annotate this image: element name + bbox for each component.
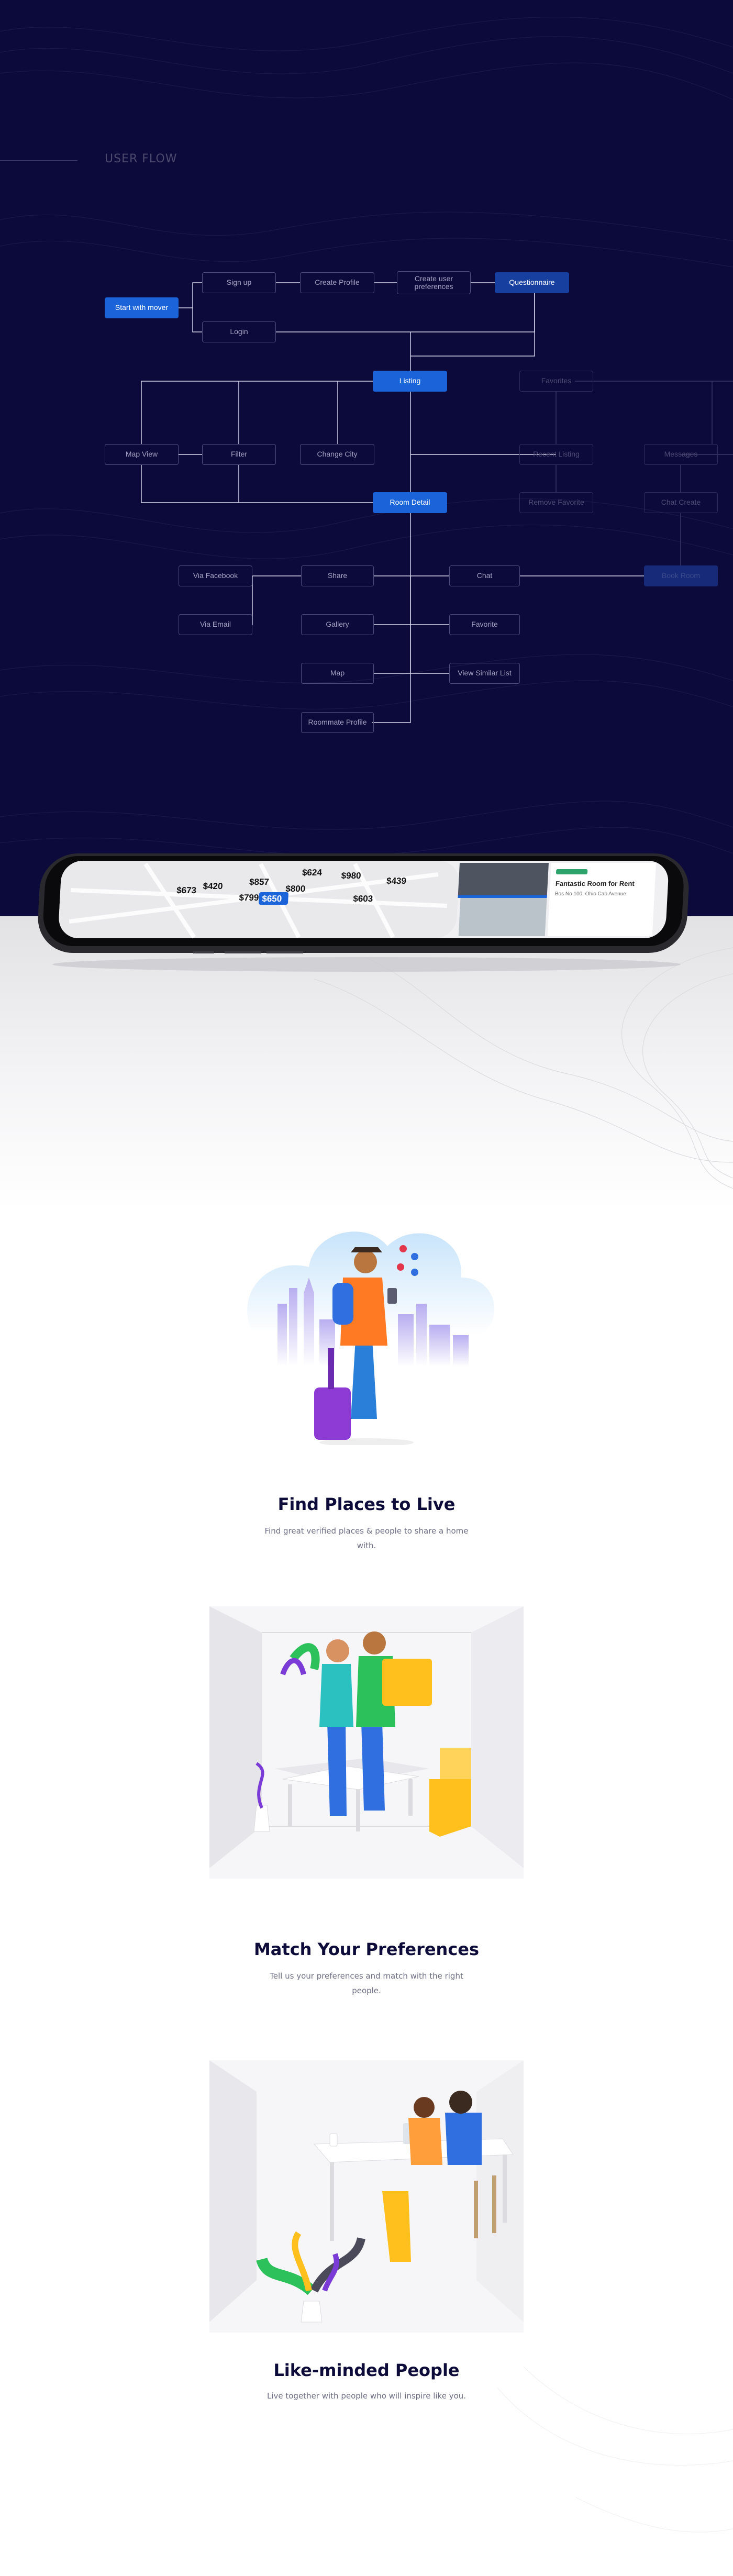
bottom-contour-background <box>497 2367 733 2533</box>
flow-node-login[interactable]: Login <box>202 321 276 342</box>
flow-node-roommate-profile[interactable]: Roommate Profile <box>301 712 374 733</box>
flow-node-signup[interactable]: Sign up <box>202 272 276 293</box>
price-marker: $439 <box>386 876 407 886</box>
phone-device: $624 $980 $857 $420 $439 $673 $800 $799 … <box>38 853 689 972</box>
flow-node-chat-create[interactable]: Chat Create <box>644 492 718 513</box>
flow-node-book-room[interactable]: Book Room <box>644 565 718 586</box>
price-marker: $800 <box>285 884 306 894</box>
flow-node-questionnaire[interactable]: Questionnaire <box>495 272 569 293</box>
flow-node-remove-favorite[interactable]: Remove Favorite <box>519 492 593 513</box>
listing-title: Fantastic Room for Rent <box>556 880 635 887</box>
flow-node-favorite[interactable]: Favorite <box>449 614 520 635</box>
price-marker: $603 <box>353 894 373 904</box>
like-minded-illustration <box>209 2060 524 2333</box>
flow-node-chat[interactable]: Chat <box>449 565 520 586</box>
flow-node-room-detail[interactable]: Room Detail <box>373 492 447 513</box>
price-marker: $673 <box>176 885 197 895</box>
listing-address: Bos No 100, Ohio Cab Avenue <box>555 891 627 897</box>
flow-node-recent-listing[interactable]: Recent Listing <box>519 444 593 465</box>
flow-node-view-similar[interactable]: View Similar List <box>449 663 520 684</box>
price-marker: $420 <box>203 881 223 891</box>
flow-node-create-preferences[interactable]: Create user preferences <box>397 271 471 294</box>
feature-title-match-preferences: Match Your Preferences <box>253 1939 480 1959</box>
flow-node-map[interactable]: Map <box>301 663 374 684</box>
flow-node-via-email[interactable]: Via Email <box>179 614 252 635</box>
price-marker-selected: $650 <box>262 894 282 904</box>
flow-node-favorites[interactable]: Favorites <box>519 371 593 392</box>
flow-node-gallery[interactable]: Gallery <box>301 614 374 635</box>
price-marker: $799 <box>239 893 259 903</box>
flow-node-change-city[interactable]: Change City <box>300 444 374 465</box>
flow-node-start[interactable]: Start with mover <box>105 297 179 318</box>
find-places-illustration <box>247 1231 495 1445</box>
flow-node-filter[interactable]: Filter <box>202 444 276 465</box>
match-preferences-illustration <box>209 1606 524 1879</box>
flow-node-map-view[interactable]: Map View <box>105 444 179 465</box>
flow-node-listing[interactable]: Listing <box>373 371 447 392</box>
feature-title-find-places: Find Places to Live <box>277 1494 456 1514</box>
flow-node-create-profile[interactable]: Create Profile <box>300 272 374 293</box>
feature-desc-find-places: Find great verified places & people to s… <box>264 1526 469 1550</box>
user-flow-section: USER FLOW Start with mover Sign up Login… <box>0 0 733 916</box>
flow-node-share[interactable]: Share <box>301 565 374 586</box>
price-marker: $857 <box>249 877 270 887</box>
flow-node-via-facebook[interactable]: Via Facebook <box>179 565 252 586</box>
price-marker: $624 <box>302 868 323 878</box>
feature-desc-match-preferences: Tell us your preferences and match with … <box>270 1971 463 1995</box>
flow-node-messages[interactable]: Messages <box>644 444 718 465</box>
price-marker: $980 <box>341 871 361 881</box>
